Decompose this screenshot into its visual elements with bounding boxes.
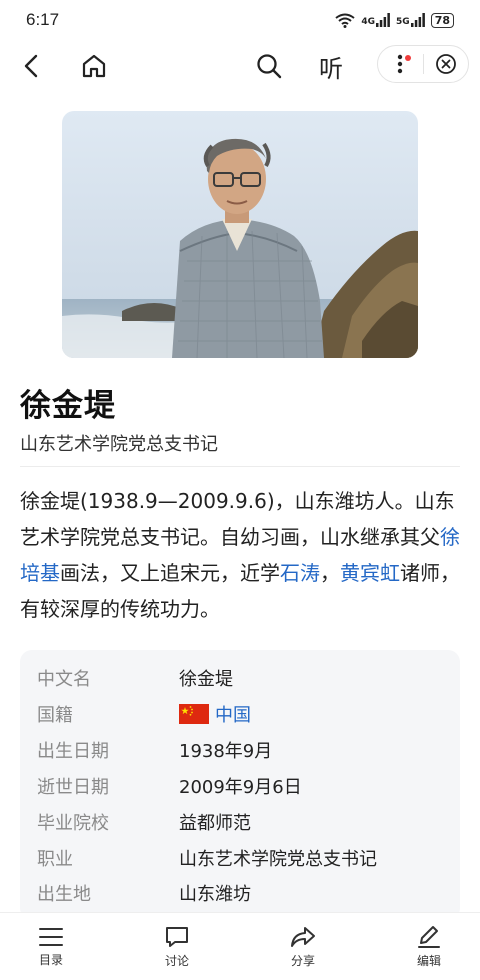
- home-icon: [82, 54, 106, 78]
- info-row-occupation: 职业 山东艺术学院党总支书记: [37, 843, 377, 873]
- tab-edit[interactable]: 编辑: [389, 913, 469, 980]
- nationality-value: 中国: [215, 705, 251, 726]
- info-row-name: 中文名 徐金堤: [37, 663, 233, 693]
- info-value: 徐金堤: [179, 669, 233, 690]
- signal-icon: [410, 13, 425, 27]
- info-value: 山东艺术学院党总支书记: [179, 849, 377, 870]
- info-value: 山东潍坊: [179, 884, 251, 905]
- divider: [20, 466, 460, 467]
- tab-label: 编辑: [416, 954, 441, 968]
- summary-text: ，: [320, 561, 340, 585]
- info-key: 出生日期: [37, 741, 109, 762]
- back-button[interactable]: [14, 48, 50, 84]
- info-row-nationality: 国籍 中国: [37, 699, 251, 729]
- info-key: 职业: [37, 849, 73, 870]
- tab-label: 讨论: [164, 954, 189, 968]
- info-key: 出生地: [37, 884, 91, 905]
- bottom-toolbar: 目录 讨论 分享 编辑: [0, 912, 480, 980]
- summary-text: 画法，又上追宋元，近学: [60, 561, 280, 585]
- info-key: 中文名: [37, 669, 91, 690]
- portrait-photo: [62, 111, 418, 358]
- home-button[interactable]: [76, 48, 112, 84]
- info-value-link[interactable]: 中国: [179, 701, 251, 727]
- info-row-birthplace: 出生地 山东潍坊: [37, 878, 251, 908]
- tab-share[interactable]: 分享: [263, 913, 343, 980]
- info-key: 毕业院校: [37, 813, 109, 834]
- menu-icon: [39, 928, 63, 946]
- info-row-death: 逝世日期 2009年9月6日: [37, 771, 302, 801]
- search-button[interactable]: [250, 48, 288, 84]
- status-time: 6:17: [26, 10, 60, 29]
- more-button[interactable]: [378, 46, 423, 82]
- top-nav-bar: 听: [0, 40, 480, 92]
- signal-icon: [376, 13, 390, 27]
- close-circle-icon: [435, 54, 456, 74]
- status-icons: 4G 5G 78: [335, 12, 454, 28]
- comment-icon: [166, 927, 188, 947]
- tab-contents[interactable]: 目录: [11, 913, 91, 980]
- summary-text: 徐金堤(1938.9—2009.9.6)，山东潍坊人。山东艺术学院党总支书记。自…: [20, 489, 455, 549]
- link-shi-tao[interactable]: 石涛: [280, 561, 320, 585]
- battery-icon: 78: [430, 12, 454, 28]
- summary-paragraph: 徐金堤(1938.9—2009.9.6)，山东潍坊人。山东艺术学院党总支书记。自…: [20, 483, 464, 627]
- info-value: 2009年9月6日: [179, 777, 302, 798]
- info-value: 1938年9月: [179, 741, 273, 762]
- info-row-birth: 出生日期 1938年9月: [37, 735, 272, 765]
- share-icon: [291, 927, 315, 947]
- page-subtitle: 山东艺术学院党总支书记: [20, 434, 218, 455]
- listen-button[interactable]: 听: [312, 46, 350, 86]
- wifi-icon: [335, 13, 355, 28]
- tab-label: 目录: [38, 953, 63, 967]
- tab-discuss[interactable]: 讨论: [137, 913, 217, 980]
- hero-photo[interactable]: [62, 111, 418, 358]
- mini-program-capsule: [377, 45, 469, 83]
- tab-label: 分享: [290, 954, 315, 968]
- info-value: 益都师范: [179, 813, 251, 834]
- listen-label: 听: [319, 54, 343, 83]
- link-huang-binhong[interactable]: 黄宾虹: [340, 561, 400, 585]
- info-key: 逝世日期: [37, 777, 109, 798]
- info-key: 国籍: [37, 705, 73, 726]
- close-button[interactable]: [423, 46, 468, 82]
- china-flag-icon: [179, 704, 209, 724]
- info-row-school: 毕业院校 益都师范: [37, 807, 251, 837]
- search-icon: [257, 54, 282, 79]
- notification-dot: [405, 55, 411, 61]
- basic-info-card: 中文名 徐金堤 国籍 中国 出生日期 1938年9月 逝世日期 2009年9月6…: [20, 650, 460, 920]
- more-vertical-icon: [398, 54, 403, 74]
- chevron-left-icon: [24, 54, 38, 78]
- edit-icon: [418, 926, 440, 948]
- page-title: 徐金堤: [20, 388, 116, 424]
- status-bar: 6:17 4G 5G 78: [0, 0, 480, 40]
- signal-4g: 4G: [361, 13, 390, 27]
- signal-5g: 5G: [396, 13, 425, 27]
